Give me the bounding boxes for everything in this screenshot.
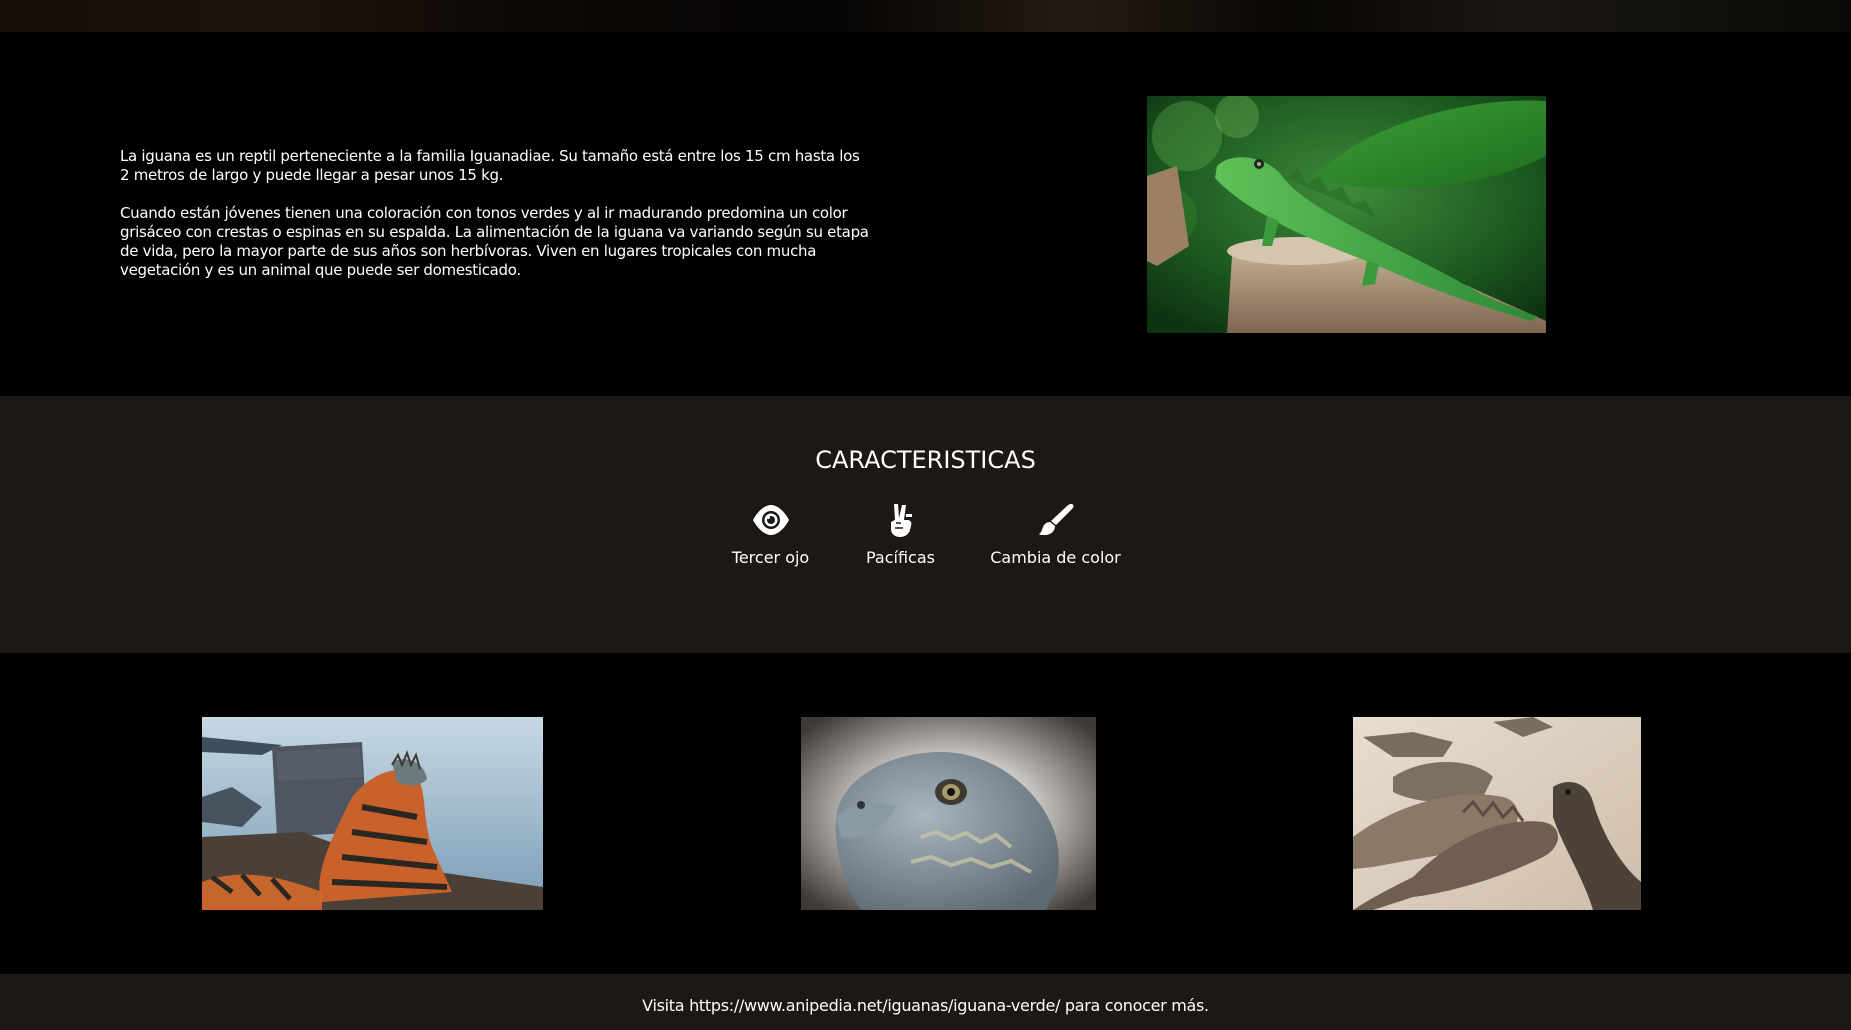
feature-list: Tercer ojo Pacíficas Cambia de color [0, 502, 1851, 567]
feature-label: Tercer ojo [731, 548, 810, 567]
peace-hand-icon [881, 502, 921, 538]
features-section: CARACTERISTICAS Tercer ojo Pacíficas Cam… [0, 396, 1851, 653]
feature-peaceful: Pacíficas [836, 502, 966, 567]
paint-brush-icon [1036, 502, 1076, 538]
footer-link[interactable]: https://www.anipedia.net/iguanas/iguana-… [689, 996, 1060, 1015]
intro-text: La iguana es un reptil perteneciente a l… [120, 147, 870, 299]
hero-image-strip [0, 0, 1851, 32]
gallery-section [0, 653, 1851, 974]
intro-paragraph-2: Cuando están jóvenes tienen una coloraci… [120, 204, 869, 279]
green-iguana-photo [1147, 96, 1546, 333]
feature-label: Pacíficas [866, 548, 935, 567]
iguana-head-portrait-photo [801, 717, 1096, 910]
footer: Visita https://www.anipedia.net/iguanas/… [0, 974, 1851, 1030]
orange-iguana-photo [202, 717, 543, 910]
iguanas-on-beach-photo [1353, 717, 1641, 910]
eye-icon [751, 502, 791, 538]
footer-prefix: Visita [642, 996, 690, 1015]
feature-color-change: Cambia de color [966, 502, 1146, 567]
feature-third-eye: Tercer ojo [706, 502, 836, 567]
intro-paragraph-1: La iguana es un reptil perteneciente a l… [120, 147, 860, 184]
intro-section: La iguana es un reptil perteneciente a l… [0, 32, 1851, 396]
features-title: CARACTERISTICAS [815, 446, 1036, 474]
footer-suffix: para conocer más. [1060, 996, 1209, 1015]
feature-label: Cambia de color [990, 548, 1121, 567]
